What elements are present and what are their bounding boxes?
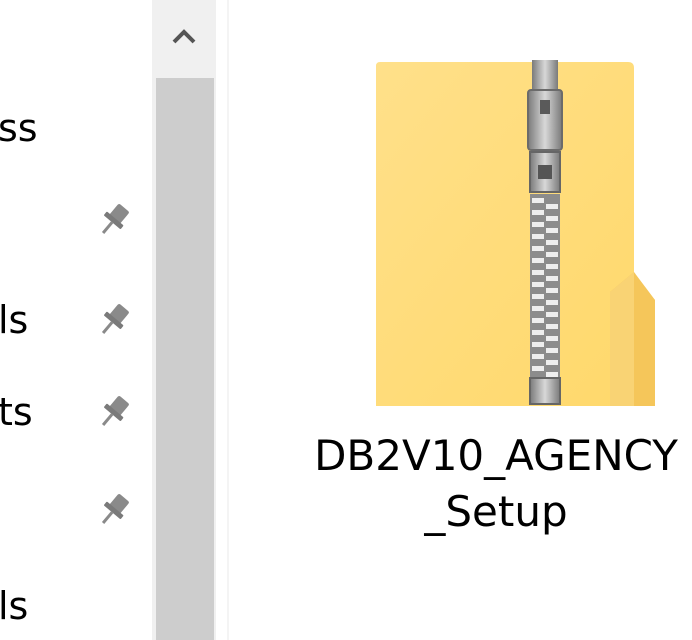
scroll-thumb[interactable]	[156, 78, 214, 640]
nav-item-label: ts	[0, 390, 33, 434]
file-name-line-1: DB2V10_AGENCY	[314, 431, 678, 480]
nav-item-label: ls	[0, 584, 29, 628]
zip-folder-icon	[370, 60, 660, 414]
nav-item-label: ss	[0, 106, 38, 150]
nav-item-label: ls	[0, 298, 29, 342]
file-explorer-window: ss ls ts ls DB2V10_AGENCY _Setup	[0, 0, 692, 640]
nav-item-pinned-2[interactable]: ls	[0, 292, 152, 348]
scroll-up-button[interactable]	[152, 0, 216, 76]
pin-icon[interactable]	[92, 298, 136, 342]
nav-item-quick-access[interactable]: ss	[0, 100, 152, 156]
vertical-scrollbar[interactable]	[152, 0, 216, 640]
pin-icon[interactable]	[92, 198, 136, 242]
nav-item-6[interactable]: ls	[0, 578, 152, 634]
file-name-label[interactable]: DB2V10_AGENCY _Setup	[300, 428, 692, 540]
nav-item-pinned-1[interactable]	[0, 192, 152, 248]
pin-icon[interactable]	[92, 488, 136, 532]
nav-item-pinned-4[interactable]	[0, 482, 152, 538]
pane-divider[interactable]	[227, 0, 229, 640]
navigation-pane: ss ls ts ls	[0, 0, 152, 640]
chevron-up-icon	[172, 29, 196, 44]
file-item-zip[interactable]: DB2V10_AGENCY _Setup	[300, 40, 692, 600]
pin-icon[interactable]	[92, 390, 136, 434]
file-name-line-2: _Setup	[424, 487, 568, 536]
nav-item-pinned-3[interactable]: ts	[0, 384, 152, 440]
